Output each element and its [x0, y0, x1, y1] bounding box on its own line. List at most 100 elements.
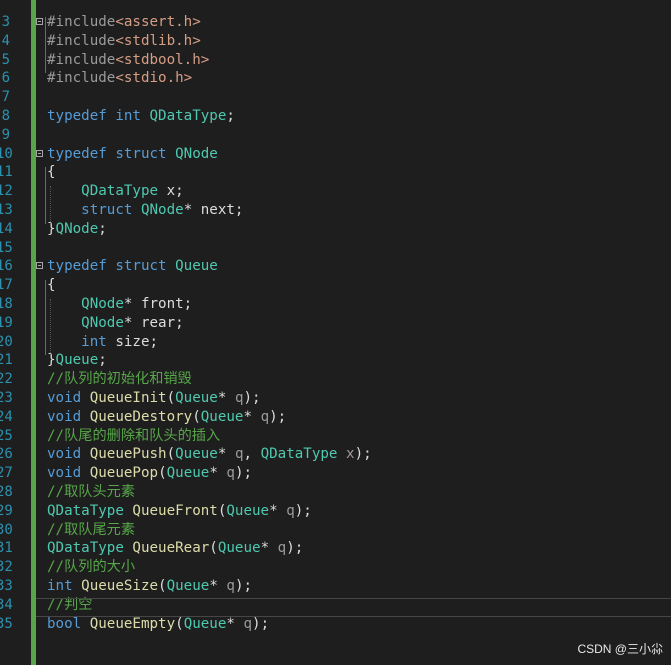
code-line[interactable]: 31 QDataType QueueRear(Queue* q); [0, 539, 671, 558]
code-token: struct [115, 258, 167, 275]
code-line[interactable]: 13 struct QNode* next; [0, 201, 671, 220]
code-token: ); [243, 390, 261, 406]
code-line[interactable]: 29 QDataType QueueFront(Queue* q); [0, 502, 671, 521]
code-token: Queue [175, 446, 218, 463]
collapse-icon[interactable] [36, 149, 43, 157]
code-token: } [47, 352, 56, 369]
code-line[interactable]: 15 [0, 239, 671, 258]
code-token: ); [269, 408, 287, 425]
code-text: int size; [47, 333, 158, 352]
line-number: 7 [1, 89, 10, 106]
code-token: , [243, 446, 261, 463]
line-number: 14 [0, 220, 13, 237]
code-text: //队列的初始化和销毁 [47, 370, 192, 389]
code-token: * [217, 446, 235, 463]
collapse-icon[interactable] [36, 18, 43, 25]
code-line[interactable]: 30 //取队尾元素 [0, 521, 671, 540]
code-token: * [217, 390, 235, 406]
code-token: ( [166, 446, 176, 463]
code-token: q [226, 465, 235, 482]
code-line[interactable]: 28 //取队头元素 [0, 483, 671, 502]
code-token: q [277, 540, 287, 557]
code-token: QueueRear [132, 540, 210, 557]
code-line[interactable]: 16 typedef struct Queue [0, 257, 671, 276]
code-token: q [234, 390, 244, 406]
code-token: Queue [226, 502, 270, 519]
code-token: QueueInit [89, 390, 167, 406]
code-line[interactable]: 9 [0, 126, 671, 145]
code-line[interactable]: 8 typedef int QDataType; [0, 107, 671, 126]
code-token: void [47, 446, 82, 463]
struct-qnode-block-guide [45, 167, 46, 224]
code-token: ( [158, 465, 167, 482]
line-number: 4 [1, 32, 10, 49]
code-token: * front; [123, 296, 193, 312]
code-token: QueueSize [81, 578, 159, 594]
code-token: { [47, 164, 56, 181]
line-number: 11 [0, 164, 13, 181]
code-token: QueuePush [89, 446, 167, 463]
code-token: QueueEmpty [89, 615, 176, 632]
code-line[interactable]: 23 void QueueInit(Queue* q); [0, 389, 671, 408]
code-line[interactable]: 35 bool QueueEmpty(Queue* q); [0, 615, 671, 634]
line-number: 23 [0, 390, 13, 406]
code-line[interactable]: 20 int size; [0, 333, 671, 352]
line-number: 31 [0, 540, 13, 557]
code-token: //队列的大小 [47, 559, 136, 576]
code-text: #include<assert.h> [47, 13, 201, 32]
code-token: //队尾的删除和队头的插入 [47, 427, 221, 444]
code-token: * rear; [123, 314, 184, 331]
code-token: ( [209, 540, 218, 557]
code-token: <stdio.h> [115, 70, 193, 87]
code-token: QDataType [149, 108, 227, 124]
code-token: struct [115, 145, 167, 162]
line-number: 28 [0, 484, 13, 500]
line-number: 30 [0, 521, 13, 538]
code-line[interactable]: 32 //队列的大小 [0, 558, 671, 577]
code-line[interactable]: 14}QNode; [0, 220, 671, 239]
code-token: ( [175, 615, 184, 632]
code-line[interactable]: 18 QNode* front; [0, 295, 671, 314]
code-token: ( [166, 390, 176, 406]
code-token: <stdbool.h> [115, 51, 210, 68]
code-line[interactable]: 5 #include<stdbool.h> [0, 51, 671, 70]
code-line[interactable]: 19 QNode* rear; [0, 314, 671, 333]
code-text: typedef struct Queue [47, 257, 218, 276]
code-line[interactable]: 27 void QueuePop(Queue* q); [0, 464, 671, 483]
code-line[interactable]: 3 #include<assert.h> [0, 13, 671, 32]
code-token: ); [234, 578, 253, 594]
code-line[interactable]: 4 #include<stdlib.h> [0, 32, 671, 51]
code-line[interactable]: 24 void QueueDestory(Queue* q); [0, 408, 671, 427]
code-text: void QueuePop(Queue* q); [47, 464, 252, 483]
code-line[interactable]: 33 int QueueSize(Queue* q); [0, 577, 671, 596]
code-token: q [226, 578, 235, 594]
code-line[interactable]: 26 void QueuePush(Queue* q, QDataType x); [0, 445, 671, 464]
code-token: QNode [55, 220, 99, 237]
code-line[interactable]: 17 { [0, 276, 671, 295]
code-line[interactable]: 21}Queue; [0, 351, 671, 370]
code-line[interactable]: 11 { [0, 163, 671, 182]
code-token: int [47, 578, 73, 594]
code-line[interactable]: 12 QDataType x; [0, 182, 671, 201]
code-line[interactable]: 6 #include<stdio.h> [0, 69, 671, 88]
code-line[interactable]: 7 [0, 88, 671, 107]
code-token: //队列的初始化和销毁 [47, 371, 192, 388]
code-token: Queue [166, 465, 210, 482]
code-line[interactable]: 10 typedef struct QNode [0, 145, 671, 164]
code-token: * [226, 615, 244, 632]
collapse-icon[interactable] [36, 262, 43, 270]
code-token: * [243, 408, 261, 425]
code-token: q [260, 408, 270, 425]
include-block-guide [45, 17, 46, 74]
code-line[interactable]: 22 //队列的初始化和销毁 [0, 370, 671, 389]
code-line[interactable]: 25 //队尾的删除和队头的插入 [0, 427, 671, 446]
